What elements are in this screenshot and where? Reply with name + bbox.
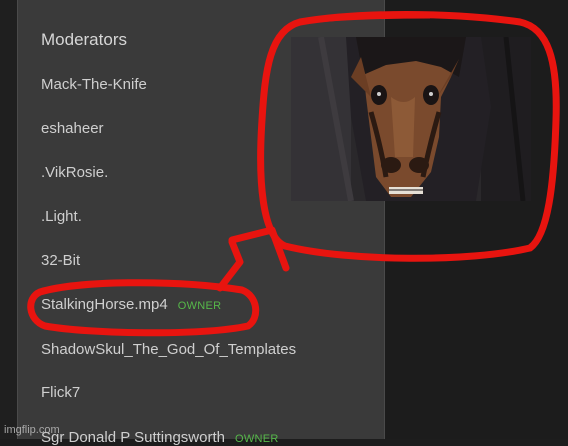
- moderator-name[interactable]: Mack-The-Knife: [41, 76, 147, 93]
- moderator-item[interactable]: 32-Bit: [41, 252, 80, 269]
- moderator-name[interactable]: Sgr Donald P Suttingsworth: [41, 429, 225, 446]
- moderator-item[interactable]: .Light.: [41, 208, 82, 225]
- moderator-name[interactable]: StalkingHorse.mp4: [41, 296, 168, 313]
- left-edge: [0, 0, 17, 439]
- moderator-item[interactable]: StalkingHorse.mp4 OWNER: [41, 296, 221, 313]
- owner-badge: OWNER: [235, 433, 279, 445]
- moderator-item[interactable]: .VikRosie.: [41, 164, 108, 181]
- moderator-item[interactable]: eshaheer: [41, 120, 104, 137]
- moderator-name[interactable]: .Light.: [41, 208, 82, 225]
- moderator-item[interactable]: Mack-The-Knife: [41, 76, 147, 93]
- moderator-name[interactable]: Flick7: [41, 384, 80, 401]
- owner-badge: OWNER: [177, 300, 222, 312]
- moderator-name[interactable]: .VikRosie.: [41, 164, 108, 181]
- moderator-name[interactable]: 32-Bit: [41, 252, 80, 269]
- horse-image: [291, 37, 531, 201]
- imgflip-watermark: imgflip.com: [4, 424, 60, 436]
- panel-title: Moderators: [41, 30, 127, 49]
- moderator-item[interactable]: Sgr Donald P Suttingsworth OWNER: [41, 429, 279, 446]
- moderator-item[interactable]: Flick7: [41, 384, 80, 401]
- moderator-name[interactable]: ShadowSkul_The_God_Of_Templates: [41, 341, 296, 358]
- moderator-item[interactable]: ShadowSkul_The_God_Of_Templates: [41, 341, 296, 358]
- moderator-name[interactable]: eshaheer: [41, 120, 104, 137]
- horse-illustration: [291, 37, 531, 201]
